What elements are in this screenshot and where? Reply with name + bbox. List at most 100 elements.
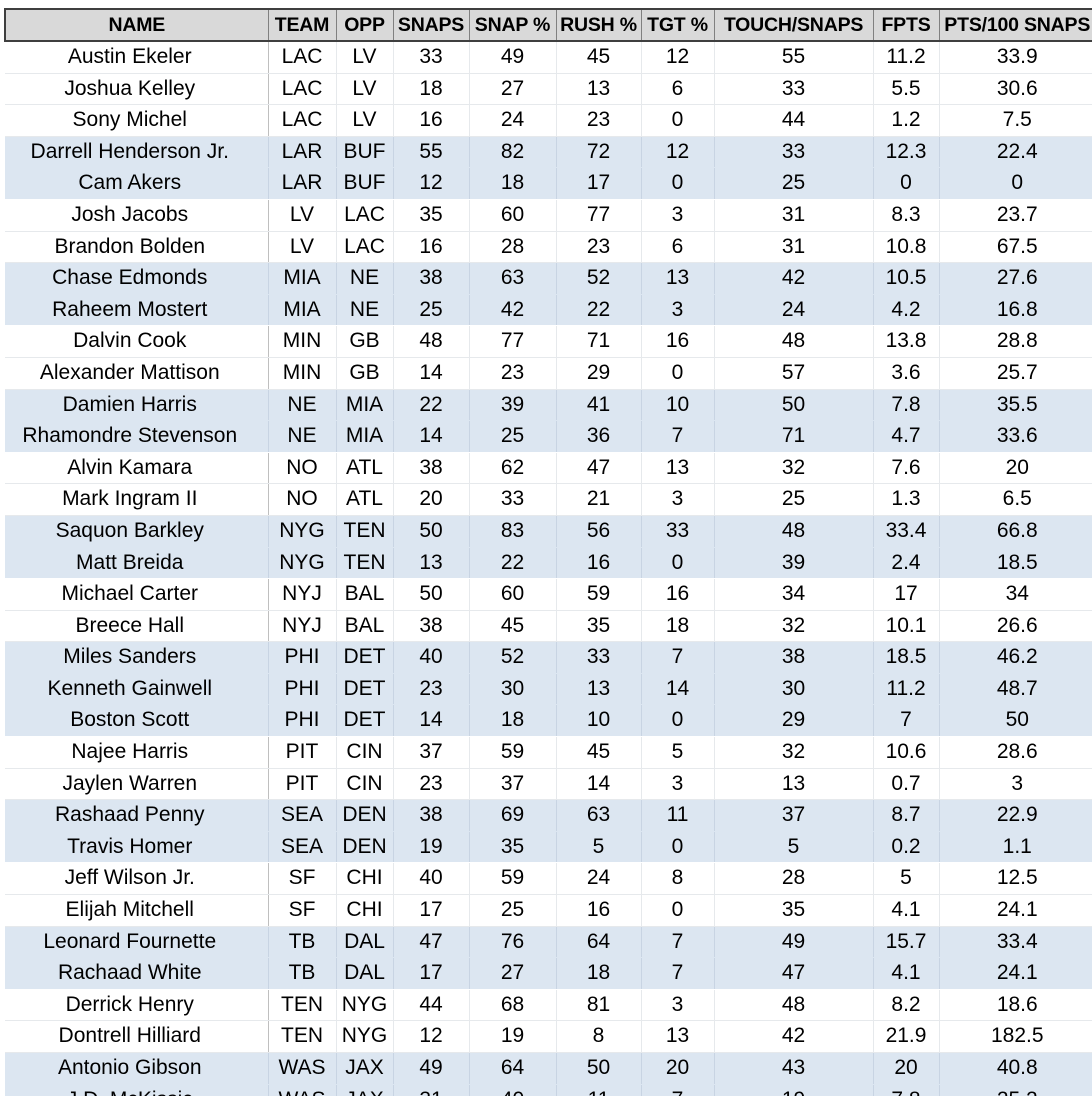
cell-fpts: 0: [873, 167, 940, 200]
table-row[interactable]: Alexander Mattison MIN GB 14 23 29 0 57 3.6 25.7: [5, 357, 1092, 390]
cell-fpts: 10.1: [873, 610, 940, 643]
column-header-snap-pct[interactable]: SNAP %: [468, 8, 557, 42]
cell-pts_100_snaps: 35.5: [939, 389, 1092, 422]
table-row[interactable]: Cam Akers LAR BUF 12 18 17 0 25 0 0: [5, 167, 1092, 200]
cell-team: NE: [268, 389, 337, 422]
table-row[interactable]: Sony Michel LAC LV 16 24 23 0 44 1.2 7.5: [5, 104, 1092, 137]
cell-fpts: 15.7: [873, 926, 940, 959]
table-row[interactable]: Dontrell Hilliard TEN NYG 12 19 8 13 42 21.9 182.…: [5, 1020, 1092, 1053]
cell-name: Travis Homer: [5, 831, 269, 864]
cell-opp: CHI: [336, 894, 394, 927]
cell-opp: BAL: [336, 610, 394, 643]
cell-snap_pct: 52: [469, 641, 557, 674]
cell-tgt_pct: 0: [641, 357, 715, 390]
cell-name: Austin Ekeler: [5, 41, 269, 74]
cell-rush_pct: 63: [556, 799, 642, 832]
column-header-snaps[interactable]: SNAPS: [392, 8, 470, 42]
cell-fpts: 17: [873, 578, 940, 611]
cell-touch_snaps: 30: [714, 673, 874, 706]
column-header-rush-pct[interactable]: RUSH %: [555, 8, 642, 42]
column-header-name[interactable]: NAME: [4, 8, 269, 42]
column-header-touch-snaps[interactable]: TOUCH/SNAPS: [713, 8, 874, 42]
table-row[interactable]: Jeff Wilson Jr. SF CHI 40 59 24 8 28 5 12.5: [5, 862, 1092, 896]
cell-snaps: 14: [393, 357, 470, 390]
column-header-fpts[interactable]: FPTS: [872, 8, 940, 42]
cell-touch_snaps: 55: [714, 41, 874, 74]
cell-snaps: 44: [393, 989, 470, 1022]
cell-name: Derrick Henry: [5, 989, 269, 1022]
table-row[interactable]: Dalvin Cook MIN GB 48 77 71 16 48 13.8 28.8: [5, 325, 1092, 358]
cell-touch_snaps: 5: [714, 831, 874, 864]
cell-opp: CIN: [336, 768, 394, 801]
cell-snaps: 33: [393, 41, 470, 74]
table-row[interactable]: Elijah Mitchell SF CHI 17 25 16 0 35 4.1 24.1: [5, 894, 1092, 927]
cell-tgt_pct: 13: [641, 452, 715, 485]
table-row[interactable]: Antonio Gibson WAS JAX 49 64 50 20 43 20 40.8: [5, 1052, 1092, 1085]
table-row[interactable]: Brandon Bolden LV LAC 16 28 23 6 31 10.8 67.5: [5, 231, 1092, 264]
cell-touch_snaps: 49: [714, 926, 874, 959]
table-row[interactable]: J.D. McKissicWASJAX3140117197.825.2: [5, 1084, 1092, 1096]
table-row[interactable]: Najee Harris PIT CIN 37 59 45 5 32 10.6 28.6: [5, 736, 1092, 769]
table-row[interactable]: Breece Hall NYJ BAL 38 45 35 18 32 10.1 26.6: [5, 610, 1092, 643]
table-row[interactable]: Jaylen Warren PIT CIN 23 37 14 3 13 0.7 3: [5, 768, 1092, 801]
cell-name: Dalvin Cook: [5, 325, 269, 358]
table-row[interactable]: Raheem Mostert MIA NE 25 42 22 3 24 4.2 16.8: [5, 294, 1092, 327]
cell-snap_pct: 27: [469, 957, 557, 990]
table-row[interactable]: Kenneth Gainwell PHI DET 23 30 13 14 30 11.2 48.7: [5, 673, 1092, 706]
cell-fpts: 1.2: [873, 104, 940, 137]
cell-team: PHI: [268, 673, 337, 706]
table-row[interactable]: Miles Sanders PHI DET 40 52 33 7 38 18.5 46.2: [5, 641, 1092, 674]
cell-snaps: 37: [393, 736, 470, 769]
table-row[interactable]: Travis Homer SEA DEN 19 35 5 0 5 0.2 1.1: [5, 831, 1092, 864]
table-row[interactable]: Josh Jacobs LV LAC 35 60 77 3 31 8.3 23.7: [5, 199, 1092, 232]
cell-snap_pct: 82: [469, 136, 557, 169]
table-row[interactable]: Derrick Henry TEN NYG 44 68 81 3 48 8.2 18.6: [5, 989, 1092, 1022]
cell-name: Mark Ingram II: [5, 483, 269, 516]
column-header-opp[interactable]: OPP: [335, 8, 394, 42]
cell-opp: DAL: [336, 957, 394, 990]
cell-opp: DET: [336, 673, 394, 706]
cell-name: Sony Michel: [5, 104, 269, 137]
column-header-pts-100-snaps[interactable]: PTS/100 SNAPS: [938, 8, 1092, 42]
cell-tgt_pct: 3: [641, 483, 715, 516]
cell-name: Alvin Kamara: [5, 452, 269, 485]
cell-fpts: 8.3: [873, 199, 940, 232]
table-row[interactable]: Boston Scott PHI DET 14 18 10 0 29 7 50: [5, 704, 1092, 738]
column-header-tgt-pct[interactable]: TGT %: [640, 8, 715, 42]
cell-pts_100_snaps: 20: [939, 452, 1092, 485]
cell-snap_pct: 83: [469, 515, 557, 548]
table-row[interactable]: Damien Harris NE MIA 22 39 41 10 50 7.8 35.5: [5, 389, 1092, 422]
table-row[interactable]: Chase Edmonds MIA NE 38 63 52 13 42 10.5 27.6: [5, 262, 1092, 295]
cell-team: WAS: [268, 1052, 337, 1085]
cell-snap_pct: 49: [469, 41, 557, 74]
table-row[interactable]: Michael Carter NYJ BAL 50 60 59 16 34 17 34: [5, 578, 1092, 611]
table-row[interactable]: Leonard Fournette TB DAL 47 76 64 7 49 15.7 33.4: [5, 926, 1092, 959]
table-row[interactable]: Saquon Barkley NYG TEN 50 83 56 33 48 33.4 66.8: [5, 515, 1092, 548]
cell-snap_pct: 24: [469, 104, 557, 137]
cell-pts_100_snaps: 25.2: [939, 1084, 1092, 1096]
table-row[interactable]: Mark Ingram II NO ATL 20 33 21 3 25 1.3 6.5: [5, 483, 1092, 516]
cell-rush_pct: 36: [556, 420, 642, 453]
table-row[interactable]: Rachaad White TB DAL 17 27 18 7 47 4.1 24.1: [5, 957, 1092, 990]
cell-rush_pct: 41: [556, 389, 642, 422]
cell-snaps: 47: [393, 926, 470, 959]
cell-pts_100_snaps: 1.1: [939, 831, 1092, 864]
cell-snaps: 14: [393, 420, 470, 453]
cell-fpts: 7.6: [873, 452, 940, 485]
cell-team: NYG: [268, 515, 337, 548]
cell-name: Matt Breida: [5, 547, 269, 580]
table-row[interactable]: Rashaad Penny SEA DEN 38 69 63 11 37 8.7 22.9: [5, 799, 1092, 832]
cell-fpts: 10.5: [873, 262, 940, 295]
table-row[interactable]: Alvin Kamara NO ATL 38 62 47 13 32 7.6 20: [5, 452, 1092, 485]
cell-tgt_pct: 10: [641, 389, 715, 422]
table-row[interactable]: Austin Ekeler LAC LV 33 49 45 12 55 11.2 33.9: [5, 41, 1092, 74]
table-row[interactable]: Matt Breida NYG TEN 13 22 16 0 39 2.4 18.5: [5, 547, 1092, 580]
cell-snaps: 55: [393, 136, 470, 169]
table-row[interactable]: Joshua Kelley LAC LV 18 27 13 6 33 5.5 30.6: [5, 73, 1092, 106]
player-snap-stats-table: NAME TEAM OPP SNAPS SNAP % RUSH % TGT % …: [4, 8, 1092, 1096]
column-header-team[interactable]: TEAM: [267, 8, 337, 42]
table-row[interactable]: Darrell Henderson Jr. LAR BUF 55 82 72 12 33 12.…: [5, 136, 1092, 169]
cell-rush_pct: 18: [556, 957, 642, 990]
cell-opp: MIA: [336, 389, 394, 422]
table-row[interactable]: Rhamondre Stevenson NE MIA 14 25 36 7 71 4.7 33.6: [5, 420, 1092, 453]
